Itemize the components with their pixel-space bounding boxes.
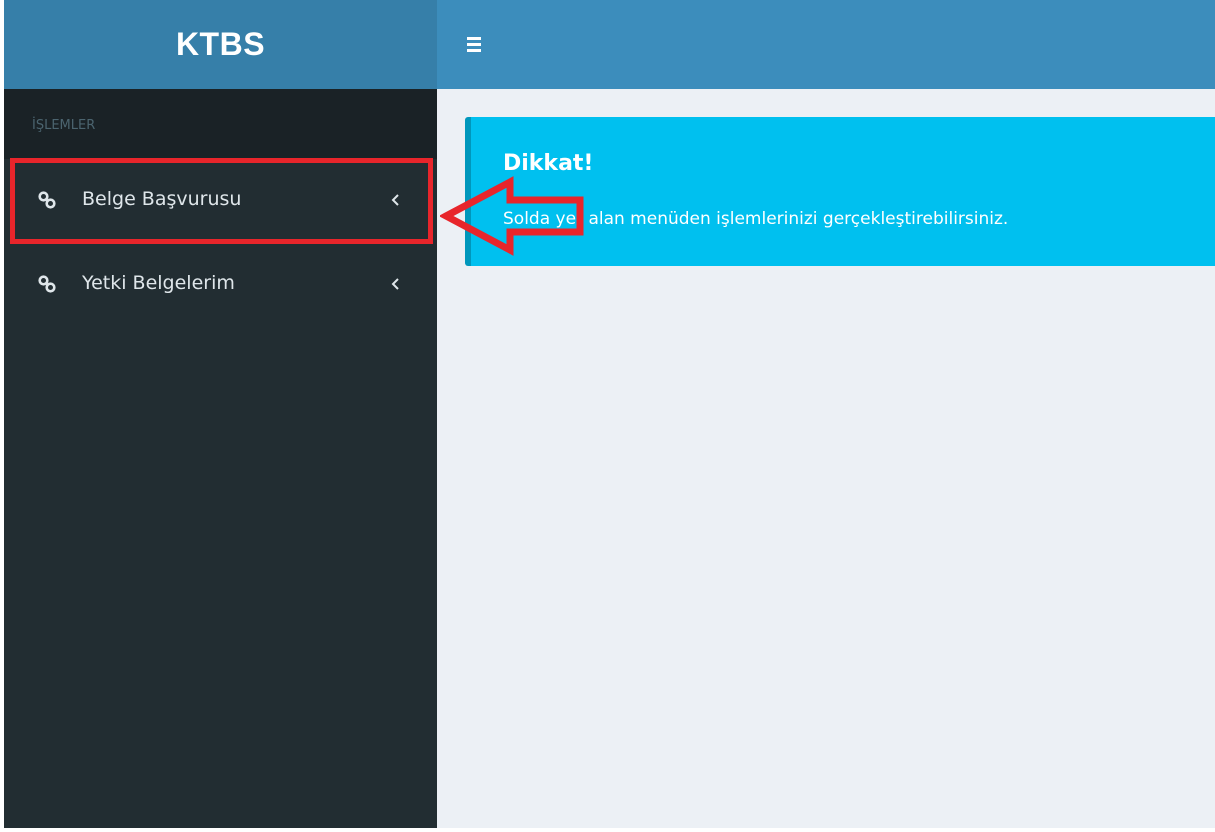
- alert-title: Dikkat!: [503, 151, 594, 176]
- brand-title: KTBS: [175, 26, 266, 62]
- sidebar: İŞLEMLER Belge Başvurusu Yetki Belgeleri…: [4, 89, 437, 828]
- info-alert: Dikkat! Solda yer alan menüden işlemleri…: [465, 117, 1215, 266]
- top-navbar: [437, 0, 1215, 89]
- sidebar-item-label: Yetki Belgelerim: [82, 272, 235, 294]
- hamburger-icon[interactable]: [467, 33, 483, 55]
- link-icon: [38, 191, 56, 209]
- app-window: KTBS İŞLEMLER Belge Başvurusu Yetki Belg…: [4, 0, 1215, 828]
- brand-logo[interactable]: KTBS: [4, 0, 437, 89]
- chevron-left-icon: [391, 278, 399, 290]
- sidebar-item-label: Belge Başvurusu: [82, 188, 242, 210]
- alert-message: Solda yer alan menüden işlemlerinizi ger…: [503, 209, 1009, 229]
- sidebar-section-header: İŞLEMLER: [4, 89, 437, 159]
- sidebar-section-label: İŞLEMLER: [32, 118, 96, 133]
- link-icon: [38, 275, 56, 293]
- chevron-left-icon: [391, 194, 399, 206]
- sidebar-item-yetki-belgelerim[interactable]: Yetki Belgelerim: [4, 243, 437, 327]
- sidebar-item-belge-basvurusu[interactable]: Belge Başvurusu: [4, 159, 437, 243]
